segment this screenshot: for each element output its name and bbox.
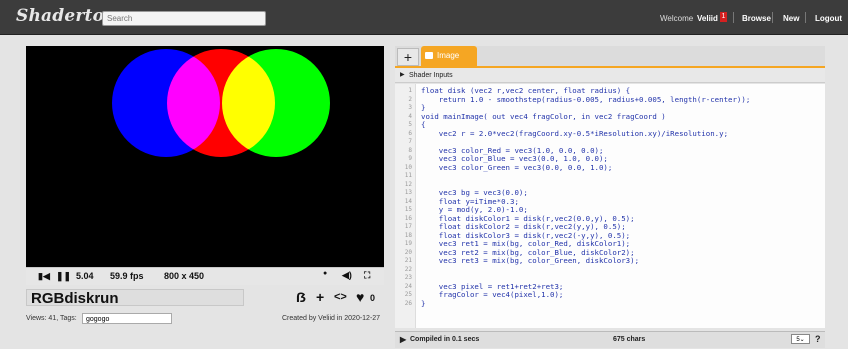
- player-controls: ▮◀ ❚❚ 5.04 59.9 fps 800 x 450 ● ◀) ⛶: [26, 267, 384, 285]
- pause-icon[interactable]: ❚❚: [56, 271, 71, 282]
- char-count: 675 chars: [613, 336, 646, 343]
- views-tags-label: Views: 41, Tags:: [26, 315, 77, 322]
- green-disk: [222, 49, 330, 157]
- code-line[interactable]: 26}: [395, 298, 825, 309]
- add-playlist-icon[interactable]: +: [316, 289, 324, 305]
- line-number: 25: [404, 291, 412, 298]
- line-number: 8: [408, 146, 412, 154]
- new-link[interactable]: New: [783, 14, 799, 23]
- shader-inputs-toggle[interactable]: ▶ Shader Inputs: [395, 68, 825, 83]
- tag-field[interactable]: gogogo: [82, 313, 172, 324]
- notification-badge[interactable]: 1: [720, 12, 727, 22]
- line-number: 21: [404, 257, 412, 264]
- line-number: 14: [404, 197, 412, 205]
- logout-link[interactable]: Logout: [815, 14, 842, 23]
- fork-icon[interactable]: ẞ: [296, 289, 306, 305]
- code-text: }: [421, 298, 426, 308]
- code-line[interactable]: 4 void mainImage( out vec4 fragColor, in …: [395, 111, 825, 122]
- line-number: 4: [408, 112, 412, 120]
- code-line[interactable]: 10 vec3 color_Green = vec3(0.0, 0.0, 1.0…: [395, 162, 825, 173]
- line-number: 1: [408, 87, 412, 94]
- embed-icon[interactable]: <>: [334, 291, 347, 303]
- record-icon[interactable]: ●: [323, 270, 327, 277]
- code-line[interactable]: 6 vec2 r = 2.0*vec2(fragCoord.xy-0.5*iRe…: [395, 128, 825, 139]
- fps-readout: 59.9 fps: [110, 271, 144, 281]
- code-line[interactable]: 25 fragColor = vec4(pixel,1.0);: [395, 290, 825, 300]
- created-by: Created by Veliid in 2020-12-27: [282, 315, 381, 322]
- line-number: 5: [408, 121, 412, 128]
- nav-divider: [772, 12, 773, 23]
- browse-link[interactable]: Browse: [742, 14, 771, 23]
- line-number: 18: [404, 231, 412, 239]
- shader-inputs-label: Shader Inputs: [409, 72, 453, 79]
- line-number: 20: [404, 248, 412, 256]
- top-bar: Shadertoy Welcome Veliid 1 Browse New Lo…: [0, 0, 848, 35]
- line-number: 22: [404, 265, 412, 273]
- expand-triangle-icon: ▶: [400, 72, 405, 78]
- code-line[interactable]: 11: [395, 172, 825, 181]
- nav-divider: [733, 12, 734, 23]
- shader-title[interactable]: RGBdiskrun: [26, 289, 244, 307]
- time-readout: 5.04: [76, 271, 94, 281]
- code-text: void mainImage( out vec4 fragColor, in v…: [421, 111, 666, 121]
- line-number: 10: [404, 163, 412, 171]
- code-text: vec2 r = 2.0*vec2(fragCoord.xy-0.5*iReso…: [421, 128, 729, 138]
- tab-image[interactable]: Image: [421, 46, 477, 66]
- line-number: 17: [404, 223, 412, 230]
- search-input[interactable]: [102, 11, 266, 26]
- add-tab-button[interactable]: +: [397, 48, 419, 66]
- line-number: 6: [408, 129, 412, 137]
- code-text: vec3 color_Green = vec3(0.0, 0.0, 1.0);: [421, 162, 613, 172]
- font-size-value: 5: [796, 337, 800, 343]
- line-number: 23: [404, 274, 412, 281]
- line-number: 3: [408, 104, 412, 111]
- help-icon[interactable]: ?: [815, 334, 821, 344]
- rgb-disks-render: [112, 49, 330, 157]
- code-line[interactable]: 21 vec3 ret3 = mix(bg, color_Green, disk…: [395, 256, 825, 266]
- font-size-select[interactable]: 5⌄: [791, 334, 810, 344]
- site-logo[interactable]: Shadertoy: [16, 6, 114, 26]
- code-text: fragColor = vec4(pixel,1.0);: [421, 290, 564, 299]
- code-line[interactable]: 2 return 1.0 - smoothstep(radius-0.005, …: [395, 94, 825, 105]
- code-line[interactable]: 22: [395, 266, 825, 275]
- compile-status: Compiled in 0.1 secs: [410, 336, 480, 343]
- code-text: vec3 ret3 = mix(bg, color_Green, diskCol…: [421, 256, 640, 265]
- line-number: 11: [404, 172, 412, 179]
- like-count: 0: [370, 293, 376, 303]
- compile-play-icon[interactable]: ▶: [400, 335, 406, 344]
- code-editor[interactable]: 1 float disk (vec2 r,vec2 center, float r…: [395, 84, 825, 328]
- line-number: 24: [404, 282, 412, 290]
- editor-status-bar: ▶ Compiled in 0.1 secs 675 chars ?: [395, 331, 825, 348]
- welcome-text: Welcome: [660, 14, 694, 23]
- rewind-icon[interactable]: ▮◀: [38, 271, 50, 282]
- image-tab-icon: [425, 52, 433, 59]
- tab-image-label: Image: [437, 51, 460, 60]
- line-number: 9: [408, 155, 412, 162]
- code-text: return 1.0 - smoothstep(radius-0.005, ra…: [421, 94, 751, 104]
- line-number: 19: [404, 240, 412, 247]
- line-number: 12: [404, 180, 412, 188]
- fullscreen-icon[interactable]: ⛶: [364, 270, 370, 281]
- like-icon[interactable]: ♥: [356, 289, 364, 305]
- resolution-readout: 800 x 450: [164, 271, 205, 281]
- nav-divider: [805, 12, 806, 23]
- line-number: 16: [404, 214, 412, 222]
- username-link[interactable]: Veliid: [697, 14, 718, 23]
- shader-canvas[interactable]: [26, 46, 384, 267]
- line-number: 13: [404, 189, 412, 196]
- volume-icon[interactable]: ◀): [342, 270, 352, 281]
- line-number: 26: [404, 299, 412, 307]
- line-number: 7: [408, 138, 412, 145]
- line-number: 2: [408, 95, 412, 103]
- line-number: 15: [404, 206, 412, 213]
